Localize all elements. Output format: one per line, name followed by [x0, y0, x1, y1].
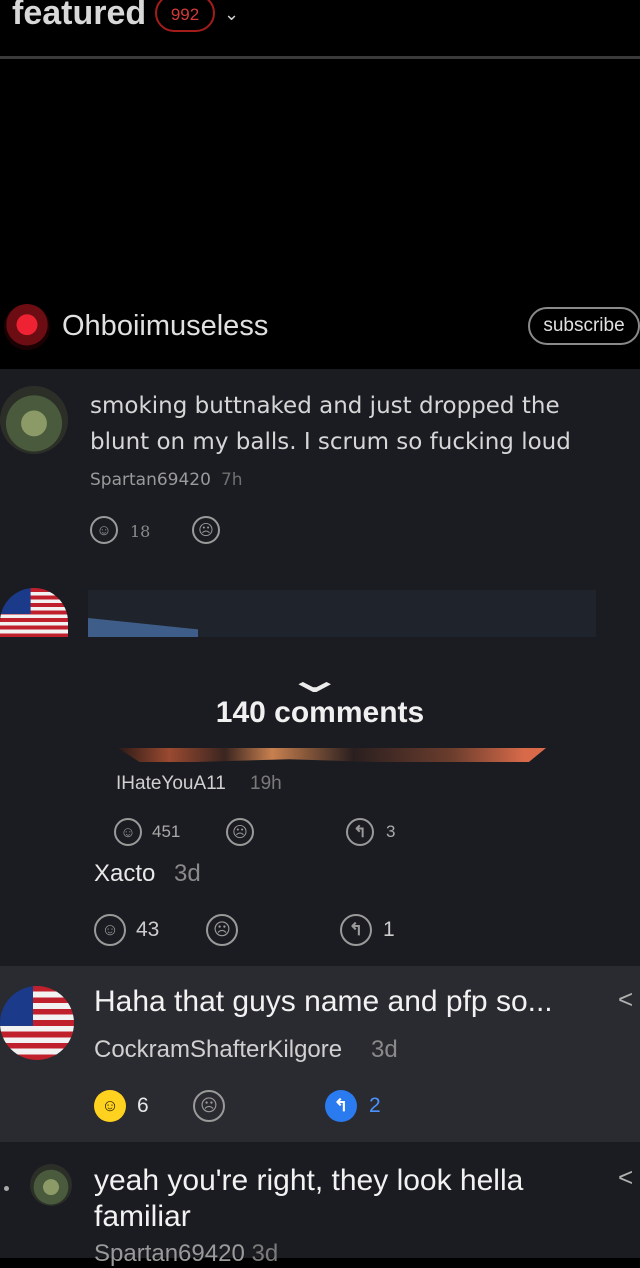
- thread-dot: [4, 1186, 9, 1191]
- comment-time: 3d: [371, 1036, 398, 1063]
- header-divider: [0, 56, 640, 59]
- like-count: 6: [137, 1094, 149, 1117]
- reply-icon[interactable]: ↰: [340, 914, 372, 946]
- comment-image[interactable]: [118, 748, 546, 762]
- avatar[interactable]: [0, 386, 68, 454]
- comment-user[interactable]: Xacto: [94, 860, 155, 888]
- avatar[interactable]: [0, 986, 74, 1060]
- chevron-down-icon[interactable]: ⌄: [224, 4, 239, 25]
- page-title: featured: [12, 0, 147, 32]
- reply-count: 3: [386, 822, 396, 841]
- smile-icon[interactable]: ☺: [114, 818, 142, 846]
- comment-user[interactable]: Spartan69420: [90, 470, 211, 490]
- reply-icon[interactable]: ↰: [325, 1090, 357, 1122]
- comment-user[interactable]: IHateYouA11: [116, 773, 226, 795]
- reply-icon[interactable]: ↰: [346, 818, 374, 846]
- reply-count: 1: [383, 918, 395, 941]
- avatar[interactable]: [30, 1164, 72, 1206]
- reply-count: 2: [369, 1094, 381, 1117]
- comment-text: smoking buttnaked and just dropped the b…: [90, 393, 571, 455]
- comment-time: 7h: [220, 470, 243, 490]
- comments-count-title: 140 comments: [215, 696, 425, 729]
- comment-time: 3d: [174, 860, 201, 887]
- comment-text[interactable]: yeah you're right, they look hella famil…: [94, 1163, 574, 1235]
- poster-name[interactable]: Ohboiimuseless: [62, 310, 268, 343]
- comment-time: 3d: [251, 1240, 279, 1267]
- like-count: 18: [130, 522, 151, 541]
- like-count: 451: [152, 822, 181, 841]
- frown-icon[interactable]: ☹: [206, 914, 238, 946]
- frown-icon[interactable]: ☹: [226, 818, 254, 846]
- comment-user[interactable]: Spartan69420 3d: [94, 1240, 278, 1268]
- share-icon[interactable]: <: [618, 984, 633, 1015]
- poster-avatar[interactable]: [4, 304, 50, 350]
- frown-icon[interactable]: ☹: [193, 1090, 225, 1122]
- subscribe-button[interactable]: subscribe: [528, 307, 640, 345]
- comment-user-name[interactable]: Spartan69420: [94, 1240, 245, 1267]
- like-count: 43: [136, 918, 160, 941]
- smile-icon[interactable]: ☺: [90, 516, 118, 544]
- comment-time: 19h: [250, 773, 282, 794]
- count-badge[interactable]: 992: [155, 0, 215, 32]
- smile-icon[interactable]: ☺: [94, 1090, 126, 1122]
- share-icon[interactable]: <: [618, 1162, 633, 1193]
- frown-icon[interactable]: ☹: [192, 516, 220, 544]
- comment-user[interactable]: CockramShafterKilgore: [94, 1036, 342, 1064]
- comment-meta: Spartan69420 7h: [90, 470, 243, 490]
- comment-text[interactable]: Haha that guys name and pfp so...: [94, 985, 553, 1019]
- smile-icon[interactable]: ☺: [94, 914, 126, 946]
